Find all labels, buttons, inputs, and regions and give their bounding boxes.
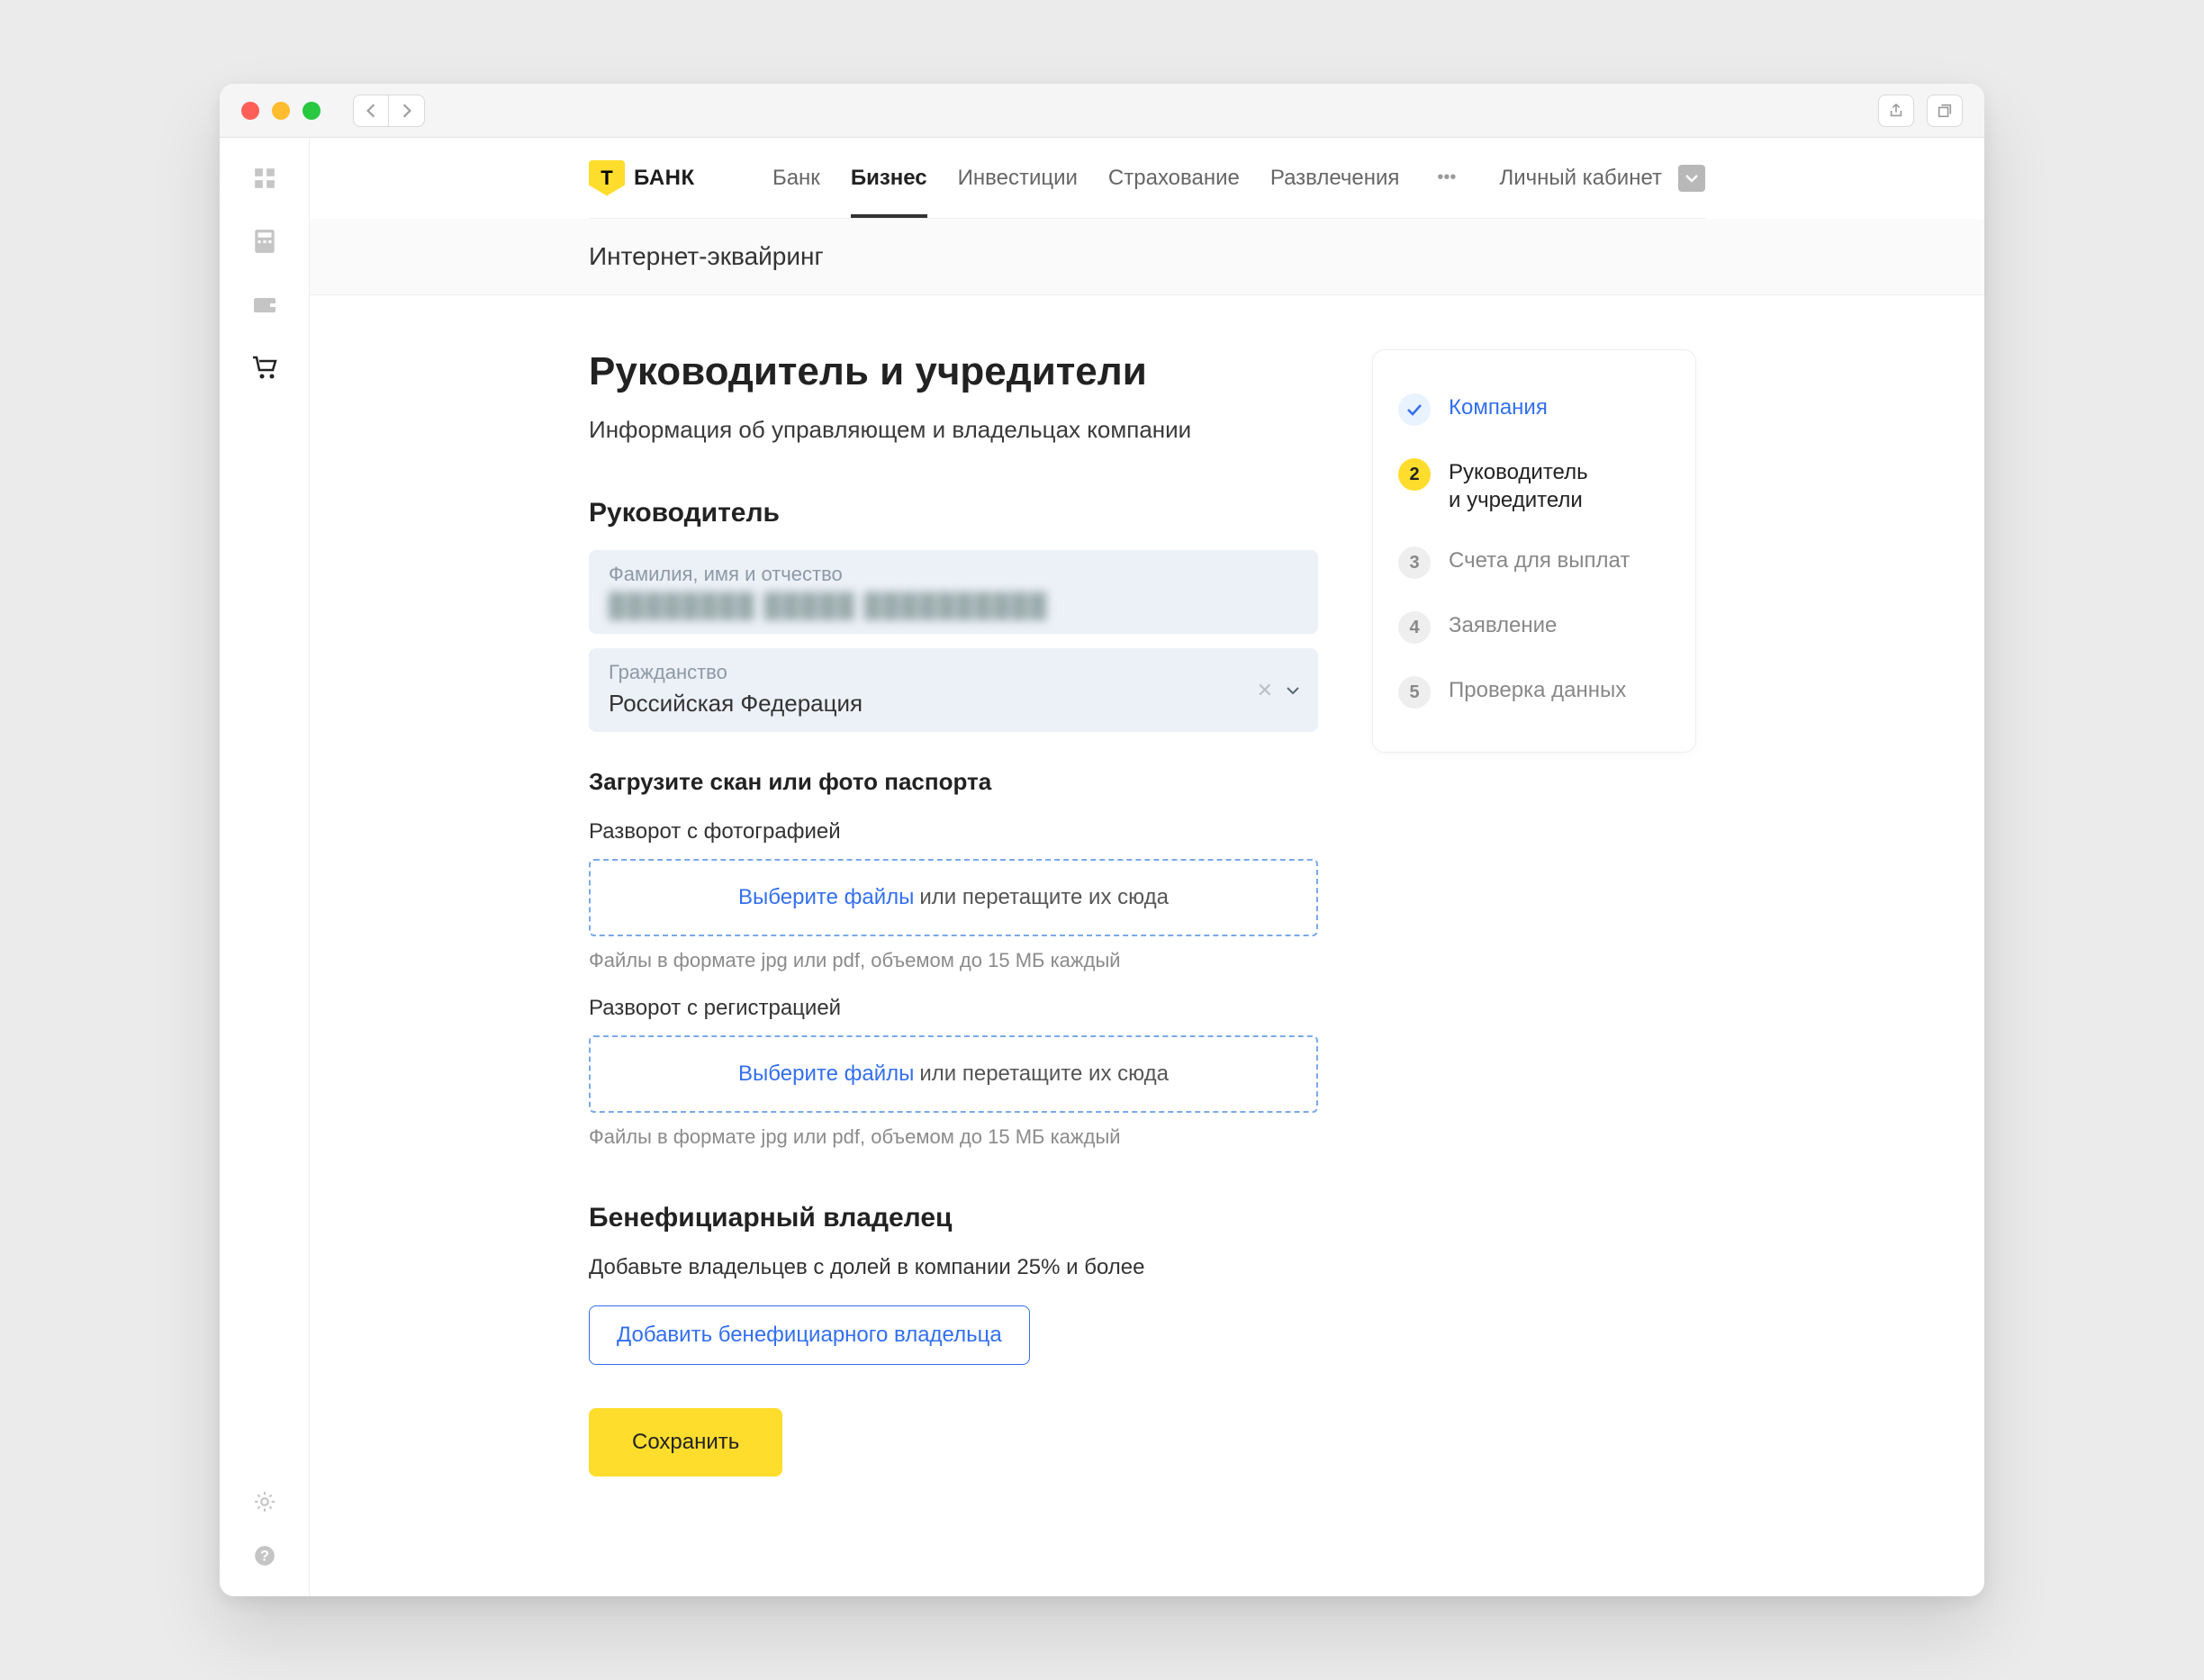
topnav-tabs: Банк Бизнес Инвестиции Страхование Развл… (772, 139, 1463, 218)
citizenship-field[interactable]: Гражданство Российская Федерация ✕ (589, 648, 1318, 732)
nav-forward-button[interactable] (389, 95, 425, 127)
beneficiary-heading: Бенефициарный владелец (589, 1203, 1318, 1233)
nav-arrows (353, 95, 425, 127)
beneficiary-desc: Добавьте владельцев с долей в компании 2… (589, 1255, 1318, 1280)
stepper: Компания 2 Руководитель и учредители 3 С… (1372, 349, 1696, 753)
step-verification[interactable]: 5 Проверка данных (1398, 660, 1670, 725)
step-badge: 3 (1398, 546, 1431, 579)
step-application[interactable]: 4 Заявление (1398, 595, 1670, 660)
step-label: Компания (1449, 393, 1548, 421)
fio-label: Фамилия, имя и отчество (609, 563, 1298, 586)
step-label: Проверка данных (1449, 676, 1626, 704)
page-subtitle: Информация об управляющем и владельцах к… (589, 416, 1318, 444)
step-badge: 2 (1398, 458, 1431, 491)
fio-value: ████████ █████ ██████████ (609, 592, 1298, 619)
clear-icon[interactable]: ✕ (1257, 679, 1273, 702)
upload-reg-label: Разворот с регистрацией (589, 996, 1318, 1021)
cart-icon[interactable] (251, 354, 278, 381)
content-scroll[interactable]: Т БАНК Банк Бизнес Инвестиции Страховани… (310, 138, 1984, 1596)
step-company[interactable]: Компания (1398, 377, 1670, 442)
step-badge: 5 (1398, 676, 1431, 709)
share-button[interactable] (1878, 95, 1914, 127)
step-label: Заявление (1449, 611, 1557, 639)
step-badge: 4 (1398, 611, 1431, 644)
section-manager-heading: Руководитель (589, 498, 1318, 528)
dropzone-link[interactable]: Выберите файлы (738, 1061, 914, 1087)
maximize-window-icon[interactable] (303, 102, 321, 120)
step-management[interactable]: 2 Руководитель и учредители (1398, 442, 1670, 530)
topnav: Т БАНК Банк Бизнес Инвестиции Страховани… (589, 138, 1705, 219)
avatar-icon[interactable] (1678, 165, 1705, 192)
titlebar (220, 84, 1984, 138)
browser-window: ? Т БАНК Банк Бизнес Инвестиции Страхова… (220, 84, 1984, 1596)
add-beneficiary-button[interactable]: Добавить бенефициарного владельца (589, 1305, 1030, 1365)
logo-mark-icon: Т (589, 160, 625, 196)
tab-bank[interactable]: Банк (772, 139, 820, 218)
step-accounts[interactable]: 3 Счета для выплат (1398, 530, 1670, 595)
chevron-down-icon[interactable] (1286, 686, 1300, 695)
nav-back-button[interactable] (353, 95, 389, 127)
citizenship-value: Российская Федерация (609, 690, 1298, 718)
help-icon[interactable]: ? (251, 1542, 278, 1569)
dropzone-photo[interactable]: Выберите файлы или перетащите их сюда (589, 859, 1318, 936)
fio-field[interactable]: Фамилия, имя и отчество ████████ █████ █… (589, 550, 1318, 634)
minimize-window-icon[interactable] (272, 102, 290, 120)
grid-icon[interactable] (251, 165, 278, 192)
file-hint-reg: Файлы в формате jpg или pdf, объемом до … (589, 1125, 1318, 1149)
left-rail: ? (220, 138, 310, 1596)
close-window-icon[interactable] (241, 102, 259, 120)
file-hint-photo: Файлы в формате jpg или pdf, объемом до … (589, 949, 1318, 972)
upload-photo-label: Разворот с фотографией (589, 819, 1318, 845)
more-icon[interactable]: ••• (1430, 167, 1463, 188)
check-icon (1398, 393, 1431, 426)
logo-text: БАНК (634, 166, 695, 191)
gear-icon[interactable] (251, 1488, 278, 1515)
tab-business[interactable]: Бизнес (851, 139, 927, 218)
dropzone-link[interactable]: Выберите файлы (738, 885, 914, 910)
main-content: Руководитель и учредители Информация об … (589, 349, 1318, 1477)
step-label: Руководитель и учредители (1449, 458, 1588, 514)
account-link[interactable]: Личный кабинет (1499, 166, 1662, 191)
save-button[interactable]: Сохранить (589, 1408, 782, 1477)
tab-entertainment[interactable]: Развлечения (1270, 139, 1400, 218)
wallet-icon[interactable] (251, 291, 278, 318)
tab-insurance[interactable]: Страхование (1108, 139, 1240, 218)
tab-investments[interactable]: Инвестиции (958, 139, 1078, 218)
subheader-title: Интернет-эквайринг (589, 219, 1705, 294)
logo[interactable]: Т БАНК (589, 160, 695, 196)
page-title: Руководитель и учредители (589, 349, 1318, 394)
dropzone-hint: или перетащите их сюда (919, 885, 1169, 910)
svg-text:?: ? (260, 1548, 269, 1564)
passport-heading: Загрузите скан или фото паспорта (589, 768, 1318, 796)
dropzone-registration[interactable]: Выберите файлы или перетащите их сюда (589, 1035, 1318, 1113)
dropzone-hint: или перетащите их сюда (919, 1061, 1169, 1087)
tabs-button[interactable] (1927, 95, 1963, 127)
calculator-icon[interactable] (251, 228, 278, 255)
subheader: Интернет-эквайринг (310, 219, 1984, 295)
step-label: Счета для выплат (1449, 546, 1630, 574)
citizenship-label: Гражданство (609, 661, 1298, 684)
window-controls (241, 102, 321, 120)
